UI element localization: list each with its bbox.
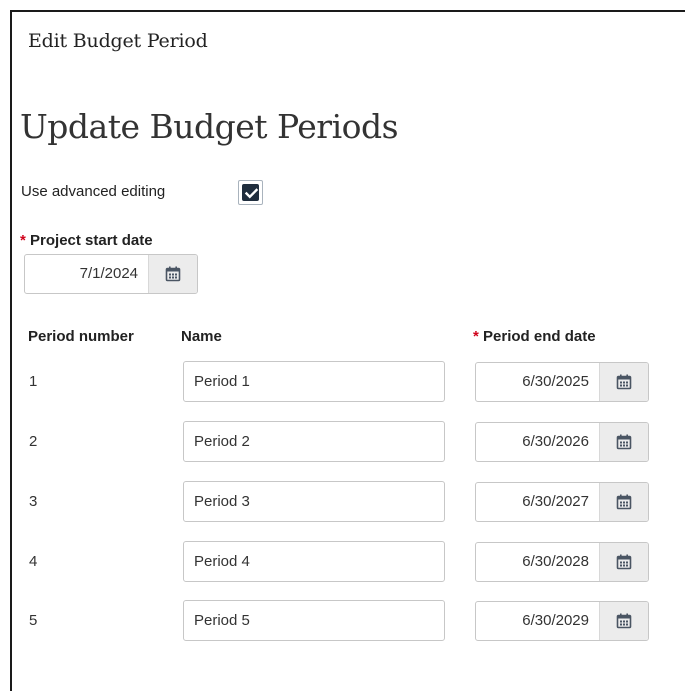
- period-end-date-value-5[interactable]: 6/30/2029: [476, 602, 599, 640]
- calendar-icon: [616, 613, 632, 629]
- period-name-input-1[interactable]: Period 1: [183, 361, 445, 402]
- period-end-date-value-4[interactable]: 6/30/2028: [476, 543, 599, 581]
- period-end-date-value-2[interactable]: 6/30/2026: [476, 423, 599, 461]
- project-start-date-label: * Project start date: [20, 232, 153, 249]
- period-number-4: 4: [29, 553, 38, 570]
- calendar-icon: [616, 494, 632, 510]
- calendar-icon: [616, 374, 632, 390]
- period-name-input-3[interactable]: Period 3: [183, 481, 445, 522]
- calendar-icon: [165, 266, 181, 282]
- header-name: Name: [181, 328, 222, 345]
- period-number-1: 1: [29, 373, 38, 390]
- period-end-date-value-3[interactable]: 6/30/2027: [476, 483, 599, 521]
- period-end-date-value-1[interactable]: 6/30/2025: [476, 363, 599, 401]
- calendar-button[interactable]: [148, 255, 197, 293]
- period-end-date-field-2[interactable]: 6/30/2026: [475, 422, 649, 462]
- period-number-5: 5: [29, 612, 38, 629]
- period-end-date-field-5[interactable]: 6/30/2029: [475, 601, 649, 641]
- calendar-button[interactable]: [599, 543, 648, 581]
- header-period-end-date: * Period end date: [473, 328, 596, 345]
- advanced-editing-checkbox[interactable]: [238, 180, 263, 205]
- calendar-icon: [616, 554, 632, 570]
- period-end-date-field-4[interactable]: 6/30/2028: [475, 542, 649, 582]
- project-start-date-field[interactable]: 7/1/2024: [24, 254, 198, 294]
- period-end-date-field-1[interactable]: 6/30/2025: [475, 362, 649, 402]
- calendar-icon: [616, 434, 632, 450]
- project-start-date-value[interactable]: 7/1/2024: [25, 255, 148, 293]
- calendar-button[interactable]: [599, 602, 648, 640]
- period-end-date-field-3[interactable]: 6/30/2027: [475, 482, 649, 522]
- period-number-2: 2: [29, 433, 38, 450]
- advanced-editing-label: Use advanced editing: [21, 183, 166, 200]
- dialog-title: Edit Budget Period: [28, 30, 208, 52]
- header-period-number: Period number: [28, 328, 134, 345]
- period-name-input-2[interactable]: Period 2: [183, 421, 445, 462]
- period-number-3: 3: [29, 493, 38, 510]
- calendar-button[interactable]: [599, 483, 648, 521]
- calendar-button[interactable]: [599, 363, 648, 401]
- project-start-date-text: Project start date: [30, 232, 153, 249]
- checkmark-icon: [244, 188, 259, 199]
- page-title: Update Budget Periods: [20, 107, 399, 146]
- required-asterisk: *: [20, 232, 26, 249]
- header-period-end-date-text: Period end date: [483, 328, 596, 345]
- period-name-input-4[interactable]: Period 4: [183, 541, 445, 582]
- period-name-input-5[interactable]: Period 5: [183, 600, 445, 641]
- required-asterisk: *: [473, 328, 479, 345]
- calendar-button[interactable]: [599, 423, 648, 461]
